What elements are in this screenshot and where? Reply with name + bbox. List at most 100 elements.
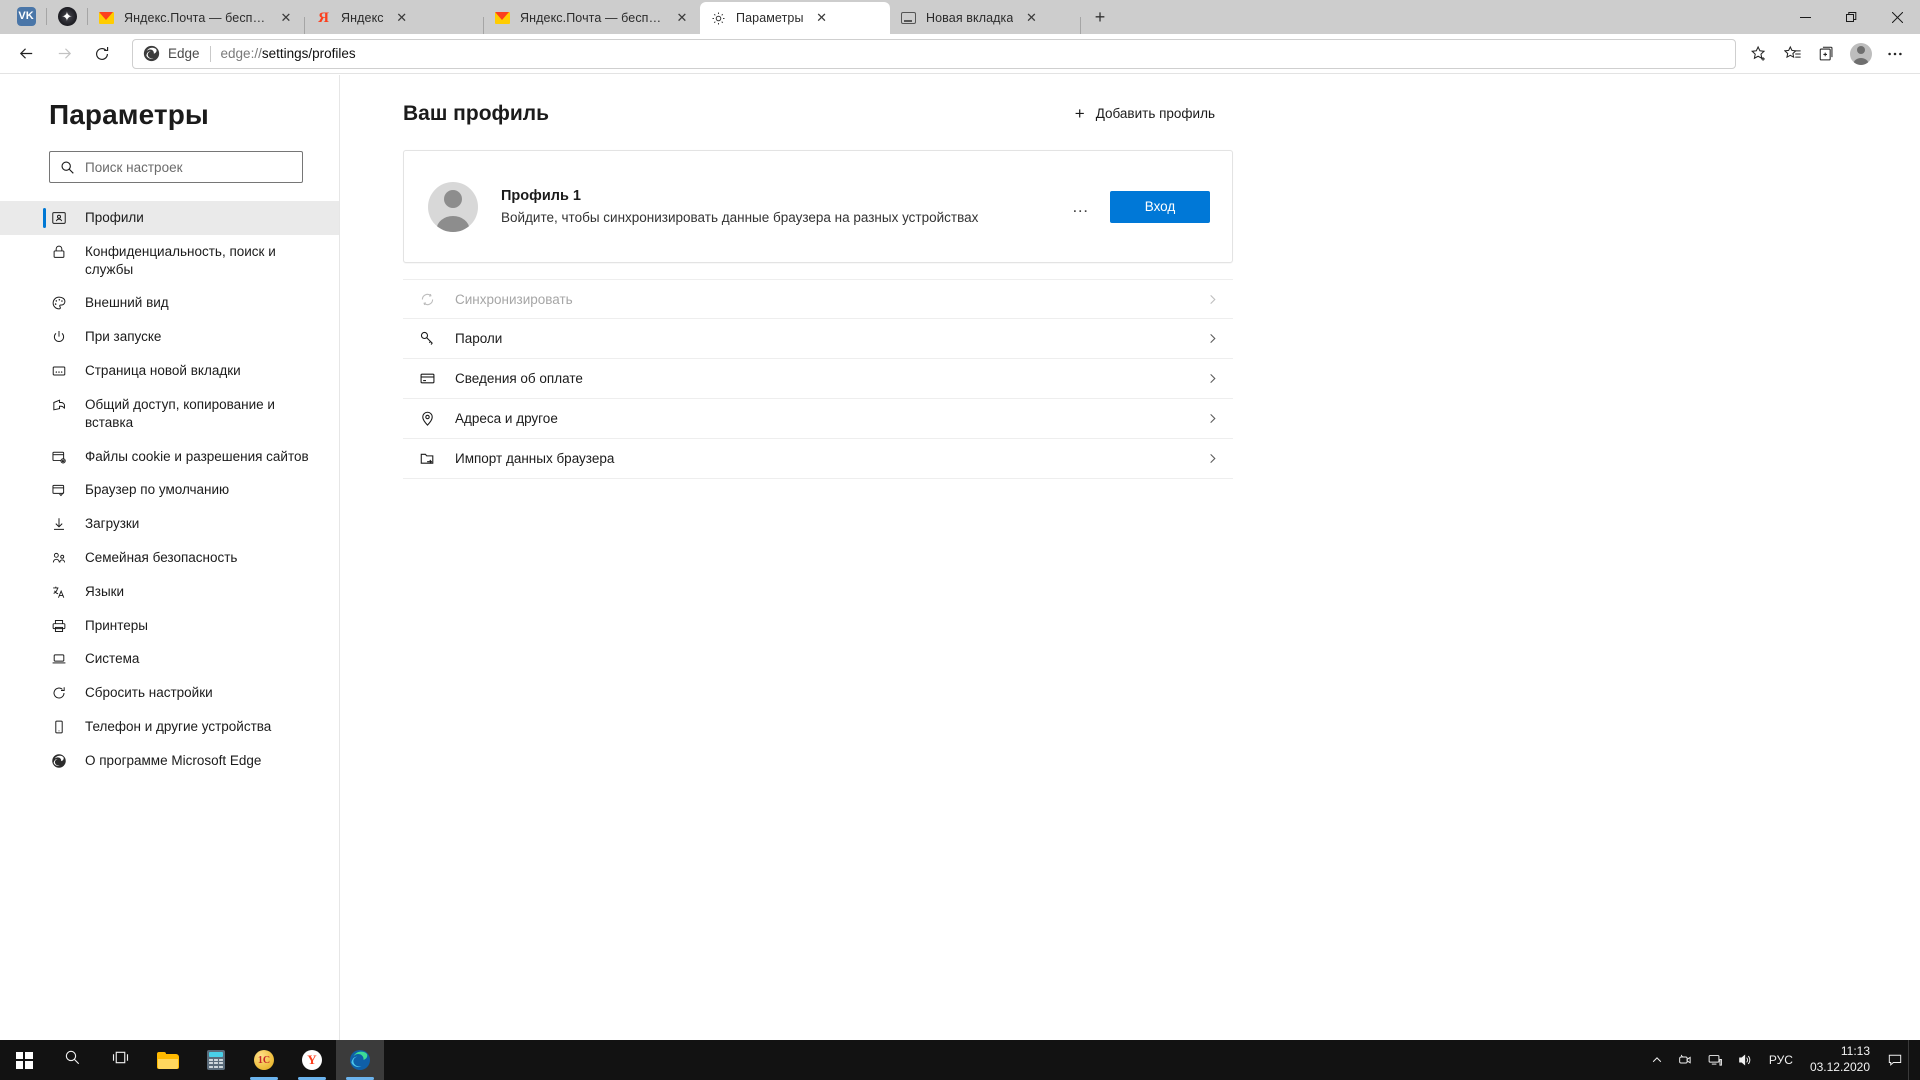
tray-device-icon[interactable] (1670, 1040, 1700, 1080)
chevron-right-icon (1206, 372, 1219, 385)
address-bar[interactable]: Edge edge://settings/profiles (132, 38, 1736, 69)
row-sync[interactable]: Синхронизировать (403, 279, 1233, 319)
tab-close-button[interactable]: ✕ (274, 6, 298, 30)
settings-nav-list: Профили Конфиденциальность, поиск и служ… (0, 201, 339, 778)
new-tab-button[interactable]: + (1085, 2, 1115, 32)
sidebar-item-phone-devices[interactable]: Телефон и другие устройства (0, 710, 339, 744)
collections-icon[interactable] (1810, 38, 1844, 70)
search-input[interactable] (85, 159, 292, 175)
row-passwords[interactable]: Пароли (403, 319, 1233, 359)
row-payment-info[interactable]: Сведения об оплате (403, 359, 1233, 399)
import-icon (417, 450, 437, 467)
row-import-browser-data[interactable]: Импорт данных браузера (403, 439, 1233, 479)
taskbar-one-c[interactable]: 1С (240, 1040, 288, 1080)
taskbar-file-explorer[interactable] (144, 1040, 192, 1080)
sidebar-item-new-tab-page[interactable]: Страница новой вкладки (0, 354, 339, 388)
start-button[interactable] (0, 1040, 48, 1080)
sidebar-item-label: Принтеры (85, 617, 148, 633)
sidebar-item-system[interactable]: Система (0, 642, 339, 676)
tab-yandex[interactable]: Я Яндекс ✕ (305, 2, 483, 34)
sidebar-item-family-safety[interactable]: Семейная безопасность (0, 541, 339, 575)
taskbar-yandex-browser[interactable]: Y (288, 1040, 336, 1080)
browser-toolbar: Edge edge://settings/profiles (0, 34, 1920, 74)
sidebar-item-languages[interactable]: Языки (0, 575, 339, 609)
vk-icon: VK (16, 6, 36, 26)
search-settings-box[interactable] (49, 151, 303, 183)
pinned-tab-copilot[interactable]: ✦ (47, 0, 87, 32)
palette-icon (49, 294, 69, 311)
tab-yandex-mail-2[interactable]: Яндекс.Почта — бесплатная и ✕ (484, 2, 700, 34)
sign-in-button[interactable]: Вход (1110, 190, 1210, 223)
sidebar-item-label: Файлы cookie и разрешения сайтов (85, 448, 309, 464)
tab-yandex-mail-1[interactable]: Яндекс.Почта — бесплатная и ✕ (88, 2, 304, 34)
edge-logo-icon (143, 45, 160, 62)
chevron-right-icon (1206, 332, 1219, 345)
profile-avatar-icon[interactable] (1844, 38, 1878, 70)
search-button[interactable] (48, 1040, 96, 1080)
yandex-mail-icon (98, 10, 115, 27)
system-tray: РУС 11:13 03.12.2020 (1644, 1040, 1920, 1080)
printer-icon (49, 617, 69, 634)
row-label: Пароли (455, 331, 503, 346)
sidebar-item-downloads[interactable]: Загрузки (0, 507, 339, 541)
row-label: Сведения об оплате (455, 371, 583, 386)
taskbar-calculator[interactable] (192, 1040, 240, 1080)
clock[interactable]: 11:13 03.12.2020 (1802, 1040, 1882, 1080)
tab-new-tab[interactable]: Новая вкладка ✕ (890, 2, 1080, 34)
forward-button[interactable] (46, 38, 82, 70)
minimize-button[interactable] (1782, 0, 1828, 34)
sidebar-item-share-copy-paste[interactable]: Общий доступ, копирование и вставка (0, 388, 339, 440)
restore-button[interactable] (1828, 0, 1874, 34)
back-button[interactable] (8, 38, 44, 70)
close-button[interactable] (1874, 0, 1920, 34)
show-hidden-icons-button[interactable] (1644, 1040, 1670, 1080)
star-plus-icon[interactable] (1742, 38, 1776, 70)
section-title: Ваш профиль (403, 101, 550, 125)
favorites-icon[interactable] (1776, 38, 1810, 70)
profile-more-button[interactable]: … (1064, 192, 1098, 222)
settings-sidebar: Параметры Профили (0, 75, 340, 1040)
notification-center-button[interactable] (1882, 1040, 1908, 1080)
taskbar-microsoft-edge[interactable] (336, 1040, 384, 1080)
plus-icon: + (1074, 104, 1085, 123)
sidebar-item-appearance[interactable]: Внешний вид (0, 286, 339, 320)
tab-close-button[interactable]: ✕ (670, 6, 694, 30)
reset-icon (49, 684, 69, 701)
new-tab-icon (900, 10, 917, 27)
sidebar-item-label: Сбросить настройки (85, 685, 213, 701)
search-icon (64, 1049, 81, 1071)
sidebar-item-default-browser[interactable]: Браузер по умолчанию (0, 473, 339, 507)
lock-icon (49, 243, 69, 260)
sidebar-item-privacy[interactable]: Конфиденциальность, поиск и службы (0, 235, 339, 287)
profile-name: Профиль 1 (501, 188, 581, 204)
page-title: Параметры (49, 99, 209, 130)
tab-close-button[interactable]: ✕ (810, 6, 834, 30)
sidebar-item-about-edge[interactable]: О программе Microsoft Edge (0, 744, 339, 778)
settings-and-more-button[interactable] (1878, 38, 1912, 70)
folder-icon (157, 1051, 179, 1069)
language-indicator[interactable]: РУС (1760, 1040, 1802, 1080)
tab-close-button[interactable]: ✕ (390, 6, 414, 30)
tab-title: Параметры (736, 11, 804, 25)
task-view-button[interactable] (96, 1040, 144, 1080)
sidebar-item-on-startup[interactable]: При запуске (0, 320, 339, 354)
edge-logo-icon (49, 752, 69, 769)
sidebar-item-cookies-permissions[interactable]: Файлы cookie и разрешения сайтов (0, 440, 339, 474)
row-label: Адреса и другое (455, 411, 558, 426)
tab-close-button[interactable]: ✕ (1019, 6, 1043, 30)
pinned-tab-vk[interactable]: VK (6, 0, 46, 32)
sidebar-item-profiles[interactable]: Профили (0, 201, 339, 235)
refresh-button[interactable] (84, 38, 120, 70)
sidebar-item-reset-settings[interactable]: Сбросить настройки (0, 676, 339, 710)
sidebar-item-printers[interactable]: Принтеры (0, 609, 339, 643)
add-profile-button[interactable]: + Добавить профиль (1067, 99, 1223, 128)
tray-network-icon[interactable] (1700, 1040, 1730, 1080)
tab-settings[interactable]: Параметры ✕ (700, 2, 890, 34)
show-desktop-button[interactable] (1908, 1040, 1916, 1080)
location-pin-icon (417, 410, 437, 427)
sidebar-item-label: Языки (85, 583, 125, 599)
row-addresses[interactable]: Адреса и другое (403, 399, 1233, 439)
sidebar-item-label: Профили (85, 210, 144, 225)
tray-volume-icon[interactable] (1730, 1040, 1760, 1080)
yandex-icon: Я (318, 9, 329, 26)
